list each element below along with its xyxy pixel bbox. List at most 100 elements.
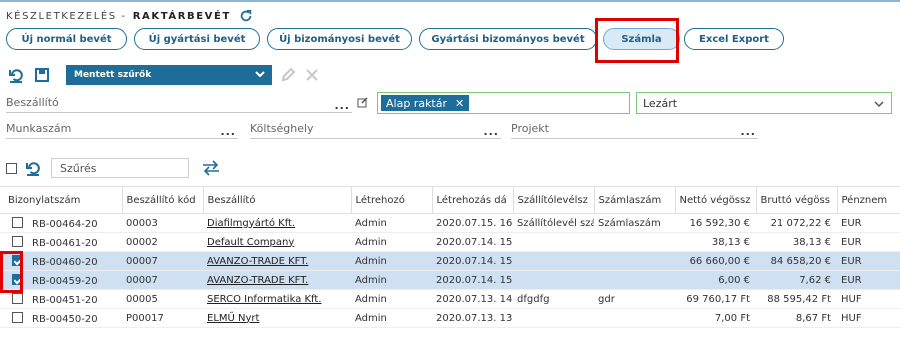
supplier-link[interactable]: AVANZO-TRADE KFT. [207, 275, 308, 286]
cell-doc: RB-00461-20 [0, 232, 122, 252]
search-input[interactable]: Szűrés [51, 158, 189, 178]
col-creator[interactable]: Létrehozó [350, 186, 432, 214]
cell-currency: HUF [837, 308, 900, 328]
cell-created: 2020.07.15. 16:0 [432, 213, 513, 233]
job-number-placeholder: Munkaszám [6, 122, 72, 135]
cell-net: 6,00 € [675, 270, 756, 290]
new-consignment-receipt-button[interactable]: Új bizományosi bevét [267, 28, 412, 50]
row-checkbox[interactable] [12, 273, 23, 285]
col-net-total[interactable]: Nettó végössz [674, 186, 756, 214]
cell-created: 2020.07.13. 13:5 [432, 308, 513, 328]
cell-creator: Admin [351, 232, 432, 252]
cell-supplier[interactable]: AVANZO-TRADE KFT. [203, 270, 351, 290]
supplier-placeholder: Beszállító [6, 96, 59, 109]
cell-doc: RB-00464-20 [0, 213, 122, 233]
job-number-lookup-dots[interactable]: ... [220, 125, 236, 138]
section-title: KÉSZLETKEZELÉS - [6, 10, 127, 22]
edit-icon[interactable] [357, 96, 369, 108]
table-row[interactable]: RB-00460-20 00007 AVANZO-TRADE KFT. Admin 20… [0, 251, 900, 271]
cell-creator: Admin [351, 289, 432, 309]
supplier-field[interactable]: Beszállító ... [6, 93, 352, 113]
cell-net: 7,00 Ft [675, 308, 756, 328]
cell-created: 2020.07.13. 14:3 [432, 289, 513, 309]
table-row[interactable]: RB-00450-20 P00017 ELMŰ Nyrt Admin 2020.07.1… [0, 308, 900, 328]
cell-creator: Admin [351, 251, 432, 271]
cell-gross: 21 072,22 € [756, 213, 837, 233]
swap-arrows-icon[interactable] [201, 160, 221, 176]
refresh-icon[interactable] [239, 9, 253, 23]
cost-center-lookup-dots[interactable]: ... [483, 125, 499, 138]
production-consignment-receipt-button[interactable]: Gyártási bizományos bevét [419, 28, 597, 50]
cell-delivery: Szállítólevél szá [513, 213, 594, 233]
cell-code: 00005 [122, 289, 203, 309]
warehouse-tag: Alap raktár ✕ [381, 95, 470, 111]
row-checkbox[interactable] [12, 292, 23, 304]
row-checkbox[interactable] [12, 216, 23, 228]
project-field[interactable]: Projekt ... [511, 119, 758, 139]
cell-doc: RB-00460-20 [0, 251, 122, 271]
cell-delivery [513, 270, 594, 290]
cell-creator: Admin [351, 308, 432, 328]
table-row[interactable]: RB-00461-20 00002 Default Company Admin 2020… [0, 232, 900, 252]
col-created-date[interactable]: Létrehozás dá [431, 186, 513, 214]
cell-invoice: gdr [594, 289, 675, 309]
cell-supplier[interactable]: Diafilmgyártó Kft. [203, 213, 351, 233]
remove-tag-icon[interactable]: ✕ [455, 97, 464, 110]
search-row: Szűrés [6, 158, 221, 178]
col-currency[interactable]: Pénznem [836, 186, 900, 214]
cell-code: 00007 [122, 251, 203, 271]
delete-filter-icon[interactable] [302, 65, 322, 85]
supplier-link[interactable]: Diafilmgyártó Kft. [207, 218, 295, 229]
excel-export-button[interactable]: Excel Export [684, 28, 784, 50]
reset-search-icon[interactable] [25, 160, 41, 176]
invoice-button[interactable]: Számla [603, 28, 680, 50]
cell-net: 69 760,17 Ft [675, 289, 756, 309]
cell-invoice [594, 232, 675, 252]
cost-center-placeholder: Költséghely [250, 122, 314, 135]
supplier-link[interactable]: SERCO Informatika Kft. [207, 294, 322, 305]
row-checkbox[interactable] [12, 254, 23, 266]
row-checkbox[interactable] [12, 235, 23, 247]
cell-currency: HUF [837, 289, 900, 309]
col-doc-number[interactable]: Bizonylatszám [0, 186, 122, 214]
col-gross-total[interactable]: Bruttó végöss [755, 186, 837, 214]
supplier-link[interactable]: ELMŰ Nyrt [207, 313, 259, 324]
status-select[interactable]: Lezárt [636, 92, 892, 114]
col-delivery-note[interactable]: Szállítólevélsz [512, 186, 594, 214]
cell-supplier[interactable]: AVANZO-TRADE KFT. [203, 251, 351, 271]
project-lookup-dots[interactable]: ... [740, 125, 756, 138]
cell-net: 66 660,00 € [675, 251, 756, 271]
receipts-table: Bizonylatszám Beszállító kód Beszállító … [0, 186, 900, 328]
reset-filter-icon[interactable] [6, 65, 26, 85]
cell-supplier[interactable]: SERCO Informatika Kft. [203, 289, 351, 309]
save-filter-icon[interactable] [32, 65, 52, 85]
cell-supplier[interactable]: Default Company [203, 232, 351, 252]
cell-supplier[interactable]: ELMŰ Nyrt [203, 308, 351, 328]
cell-code: 00003 [122, 213, 203, 233]
cell-code: 00007 [122, 270, 203, 290]
cell-invoice [594, 251, 675, 271]
cell-gross: 84 658,20 € [756, 251, 837, 271]
row-checkbox[interactable] [12, 311, 23, 323]
supplier-link[interactable]: AVANZO-TRADE KFT. [207, 256, 308, 267]
new-production-receipt-button[interactable]: Új gyártási bevét [134, 28, 260, 50]
edit-filter-icon[interactable] [278, 65, 298, 85]
col-invoice-number[interactable]: Számlaszám [593, 186, 675, 214]
supplier-link[interactable]: Default Company [207, 237, 294, 248]
doc-number: RB-00460-20 [32, 256, 98, 268]
select-all-checkbox[interactable] [6, 162, 17, 174]
table-row[interactable]: RB-00459-20 00007 AVANZO-TRADE KFT. Admin 20… [0, 270, 900, 290]
supplier-lookup-dots[interactable]: ... [334, 99, 350, 112]
cell-doc: RB-00450-20 [0, 308, 122, 328]
cell-code: P00017 [122, 308, 203, 328]
cost-center-field[interactable]: Költséghely ... [250, 119, 501, 139]
col-supplier[interactable]: Beszállító [202, 186, 351, 214]
saved-filters-select[interactable]: Mentett szűrők [66, 65, 272, 85]
table-row[interactable]: RB-00451-20 00005 SERCO Informatika Kft. Ad… [0, 289, 900, 309]
col-supplier-code[interactable]: Beszállító kód [121, 186, 203, 214]
cell-creator: Admin [351, 270, 432, 290]
table-row[interactable]: RB-00464-20 00003 Diafilmgyártó Kft. Admin 2… [0, 213, 900, 233]
warehouse-field[interactable]: Alap raktár ✕ [377, 92, 630, 114]
new-normal-receipt-button[interactable]: Új normál bevét [6, 28, 127, 50]
job-number-field[interactable]: Munkaszám ... [6, 119, 238, 139]
